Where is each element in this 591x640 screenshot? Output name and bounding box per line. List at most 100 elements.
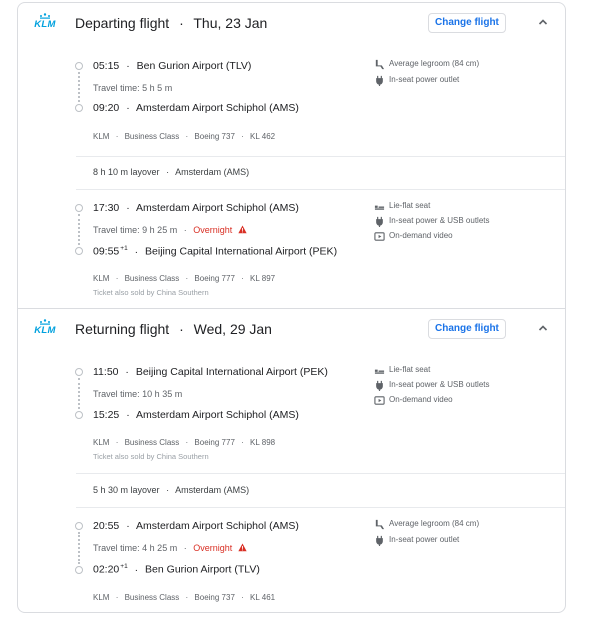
chevron-up-icon[interactable] <box>536 15 550 29</box>
departing-title: Departing flight · Thu, 23 Jan <box>75 15 267 31</box>
amenity-label: In-seat power outlet <box>389 75 460 84</box>
layover-duration: 8 h 10 m layover <box>93 167 160 177</box>
divider <box>76 507 565 508</box>
departure-dot <box>75 522 83 530</box>
flight-details-card: KLM Departing flight · Thu, 23 Jan Chang… <box>17 2 566 613</box>
returning-title: Returning flight · Wed, 29 Jan <box>75 321 272 337</box>
departing-header: KLM Departing flight · Thu, 23 Jan Chang… <box>18 3 565 43</box>
separator: · <box>134 563 139 576</box>
arrival-stop: 09:20 · Amsterdam Airport Schiphol (AMS) <box>93 102 299 114</box>
departure-time: 20:55 <box>93 520 120 532</box>
arrival-time: 09:20 <box>93 102 120 114</box>
airline-name: KLM <box>93 593 110 602</box>
departure-dot <box>75 204 83 212</box>
klm-logo-text: KLM <box>34 19 56 30</box>
flight-number: KL 462 <box>250 132 276 141</box>
separator: · <box>166 485 170 495</box>
separator: · <box>179 15 184 31</box>
amenity-label: Lie-flat seat <box>389 201 431 210</box>
separator: · <box>126 102 130 114</box>
aircraft: Boeing 777 <box>194 438 235 447</box>
separator: · <box>183 225 187 235</box>
chevron-up-icon[interactable] <box>536 321 550 335</box>
separator: · <box>241 438 244 447</box>
separator: · <box>241 593 244 602</box>
departure-airport: Amsterdam Airport Schiphol (AMS) <box>136 520 299 532</box>
travel-time-row: Travel time: 9 h 25 m · Overnight <box>93 225 247 235</box>
airline-name: KLM <box>93 132 110 141</box>
power-outlet-icon <box>376 75 383 86</box>
amenity-label: In-seat power & USB outlets <box>389 380 490 389</box>
travel-time-row: Travel time: 4 h 25 m · Overnight <box>93 543 247 553</box>
separator: · <box>126 520 130 532</box>
separator: · <box>185 274 189 283</box>
warning-icon <box>238 225 247 234</box>
arrival-dot <box>75 566 83 574</box>
cabin-class: Business Class <box>124 274 180 283</box>
layover-duration: 5 h 30 m layover <box>93 485 160 495</box>
departure-airport: Ben Gurion Airport (TLV) <box>136 60 252 72</box>
amenity-label: In-seat power outlet <box>389 535 460 544</box>
separator: · <box>241 274 244 283</box>
separator: · <box>115 132 119 141</box>
departure-stop: 11:50 · Beijing Capital International Ai… <box>93 366 328 378</box>
arrival-time: 09:55 <box>93 245 120 258</box>
change-flight-button[interactable]: Change flight <box>428 319 506 339</box>
arrival-airport: Beijing Capital International Airport (P… <box>145 245 338 258</box>
separator: · <box>183 543 187 553</box>
separator: · <box>115 274 119 283</box>
flight-meta: KLM · Business Class · Boeing 777 · KL 8… <box>93 438 275 447</box>
departure-time: 11:50 <box>93 366 119 378</box>
separator: · <box>166 167 170 177</box>
arrival-airport: Amsterdam Airport Schiphol (AMS) <box>136 102 299 114</box>
section-title-label: Returning flight <box>75 321 170 337</box>
returning-header: KLM Returning flight · Wed, 29 Jan Chang… <box>18 309 565 349</box>
arrival-dot <box>75 104 83 112</box>
arrival-dot <box>75 411 83 419</box>
next-day-indicator: +1 <box>120 563 128 570</box>
separator: · <box>115 438 119 447</box>
power-usb-icon <box>376 380 383 391</box>
amenity-label: On-demand video <box>389 231 453 240</box>
separator: · <box>185 132 189 141</box>
change-flight-button[interactable]: Change flight <box>428 13 506 33</box>
cabin-class: Business Class <box>124 132 180 141</box>
klm-logo: KLM <box>32 13 58 31</box>
separator: · <box>126 60 130 72</box>
separator: · <box>125 366 129 378</box>
layover-place: Amsterdam (AMS) <box>175 485 250 495</box>
video-icon <box>374 232 385 241</box>
arrival-stop: 15:25 · Amsterdam Airport Schiphol (AMS) <box>93 409 299 421</box>
divider <box>76 473 565 474</box>
travel-time: Travel time: 10 h 35 m <box>93 389 183 399</box>
aircraft: Boeing 777 <box>194 274 235 283</box>
separator: · <box>241 132 244 141</box>
lie-flat-seat-icon <box>374 205 385 210</box>
sold-by-note: Ticket also sold by China Southern <box>93 452 209 461</box>
separator: · <box>185 593 189 602</box>
departure-airport: Beijing Capital International Airport (P… <box>135 366 328 378</box>
layover-place: Amsterdam (AMS) <box>175 167 250 177</box>
arrival-stop: 02:20+1 · Ben Gurion Airport (TLV) <box>93 563 260 576</box>
legroom-icon <box>375 59 385 70</box>
warning-icon <box>238 543 247 552</box>
travel-time: Travel time: 9 h 25 m <box>93 225 178 235</box>
arrival-stop: 09:55+1 · Beijing Capital International … <box>93 245 337 258</box>
section-title-label: Departing flight <box>75 15 170 31</box>
power-usb-icon <box>376 216 383 227</box>
separator: · <box>126 409 130 421</box>
section-date: Wed, 29 Jan <box>193 321 272 337</box>
arrival-airport: Amsterdam Airport Schiphol (AMS) <box>136 409 299 421</box>
legroom-icon <box>375 519 385 530</box>
departure-dot <box>75 62 83 70</box>
departure-stop: 05:15 · Ben Gurion Airport (TLV) <box>93 60 251 72</box>
timeline-line <box>78 532 80 564</box>
arrival-airport: Ben Gurion Airport (TLV) <box>145 563 260 576</box>
separator: · <box>126 202 130 214</box>
section-date: Thu, 23 Jan <box>193 15 268 31</box>
overnight-label: Overnight <box>193 543 233 553</box>
timeline-line <box>78 378 80 409</box>
cabin-class: Business Class <box>124 438 180 447</box>
layover-info: 8 h 10 m layover · Amsterdam (AMS) <box>93 167 249 177</box>
video-icon <box>374 396 385 405</box>
